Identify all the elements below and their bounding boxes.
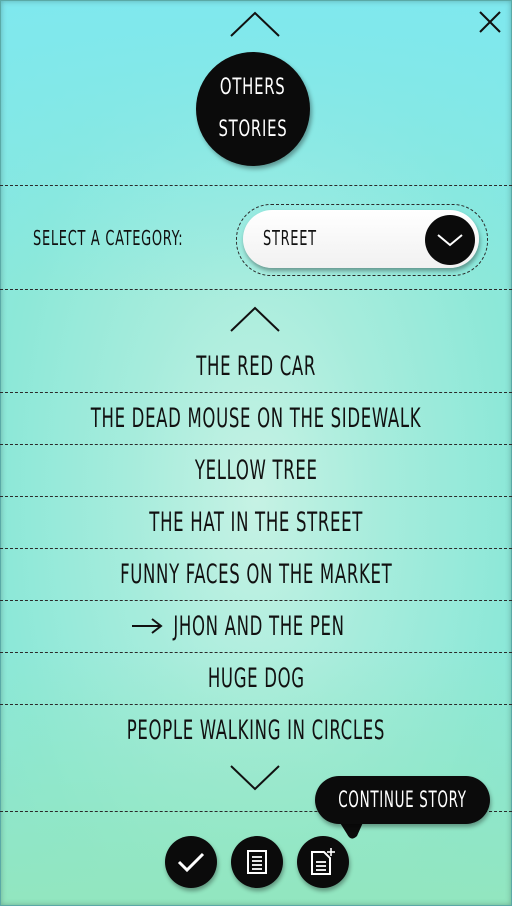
list-item[interactable]: THE DEAD MOUSE ON THE SIDEWALK	[0, 392, 512, 444]
category-label: SELECT A CATEGORY:	[33, 226, 184, 250]
list-item[interactable]: PEOPLE WALKING IN CIRCLES	[0, 704, 512, 756]
category-dropdown[interactable]: STREET	[243, 210, 479, 268]
new-document-icon	[311, 848, 335, 875]
page-title-line-1: OTHERS	[220, 75, 286, 100]
story-title: PEOPLE WALKING IN CIRCLES	[126, 714, 386, 746]
document-icon	[247, 850, 267, 874]
confirm-button[interactable]	[165, 836, 217, 888]
story-title: HUGE DOG	[207, 662, 305, 694]
chevron-down-icon	[437, 234, 463, 247]
page-title: OTHERS STORIES	[196, 52, 310, 166]
list-item[interactable]: THE HAT IN THE STREET	[0, 496, 512, 548]
story-title: THE DEAD MOUSE ON THE SIDEWALK	[90, 402, 422, 434]
list-item[interactable]: HUGE DOG	[0, 652, 512, 704]
story-title: THE RED CAR	[196, 350, 316, 382]
divider	[0, 185, 512, 186]
page-title-line-2: STORIES	[218, 117, 288, 142]
chevron-up-icon[interactable]	[229, 10, 281, 40]
story-title: THE HAT IN THE STREET	[149, 506, 363, 538]
story-title: JHON AND THE PEN	[173, 610, 345, 642]
continue-story-tooltip[interactable]: CONTINUE STORY	[315, 776, 490, 824]
close-icon[interactable]	[478, 10, 502, 34]
list-item[interactable]: THE RED CAR	[0, 340, 512, 392]
list-item[interactable]: YELLOW TREE	[0, 444, 512, 496]
story-title: FUNNY FACES ON THE MARKET	[119, 558, 393, 590]
dropdown-button[interactable]	[425, 215, 475, 265]
list-item[interactable]: FUNNY FACES ON THE MARKET	[0, 548, 512, 600]
category-select[interactable]: STREET	[236, 204, 488, 276]
new-story-button[interactable]	[297, 836, 349, 888]
check-icon	[177, 852, 205, 873]
arrow-right-icon	[132, 618, 163, 634]
category-selected-value: STREET	[263, 226, 317, 250]
chevron-up-icon[interactable]	[229, 305, 281, 335]
list-item-selected[interactable]: JHON AND THE PEN	[0, 600, 512, 652]
story-title: YELLOW TREE	[194, 454, 318, 486]
divider	[0, 289, 512, 290]
read-story-button[interactable]	[231, 836, 283, 888]
chevron-down-icon[interactable]	[229, 762, 281, 792]
continue-story-label: CONTINUE STORY	[338, 787, 467, 813]
